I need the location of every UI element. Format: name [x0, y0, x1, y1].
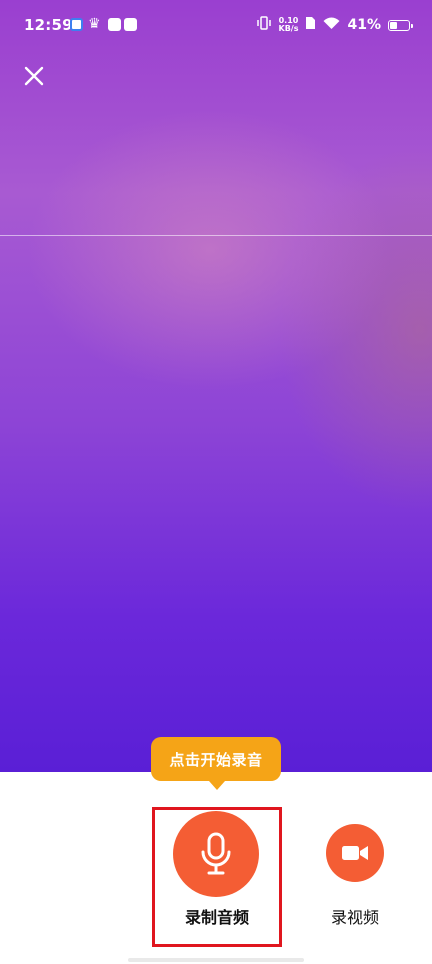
record-audio-button[interactable]: [173, 811, 259, 897]
sim-icon: [305, 16, 316, 34]
recording-screen: 12:59 ♛ 0.10 KB/s 41% 点击开始录音 录制音频 录视频: [0, 0, 432, 964]
network-speed: 0.10 KB/s: [278, 16, 299, 33]
app-notification-icon: [108, 18, 121, 31]
status-right: 0.10 KB/s 41%: [256, 15, 413, 35]
crown-icon: ♛: [88, 16, 101, 32]
battery-level: [390, 21, 397, 29]
status-time: 12:59: [24, 16, 73, 34]
video-camera-icon: [342, 846, 368, 860]
record-audio-label[interactable]: 录制音频: [152, 904, 282, 928]
start-recording-tooltip: 点击开始录音: [151, 737, 281, 790]
close-icon: [24, 66, 44, 86]
wifi-icon: [323, 17, 340, 34]
record-video-label[interactable]: 录视频: [305, 904, 405, 928]
status-bar: 12:59 ♛ 0.10 KB/s 41%: [0, 0, 432, 50]
divider-line: [0, 235, 432, 236]
preview-background: [0, 0, 432, 772]
vibrate-icon: [256, 16, 272, 34]
battery-percent: 41%: [347, 17, 381, 33]
close-button[interactable]: [20, 62, 48, 90]
record-video-button[interactable]: [326, 824, 384, 882]
microphone-icon: [201, 832, 231, 875]
app-notification-icon: [70, 18, 83, 31]
app-notification-icon: [124, 18, 137, 31]
home-indicator[interactable]: [128, 958, 304, 962]
battery-icon: [388, 19, 413, 31]
